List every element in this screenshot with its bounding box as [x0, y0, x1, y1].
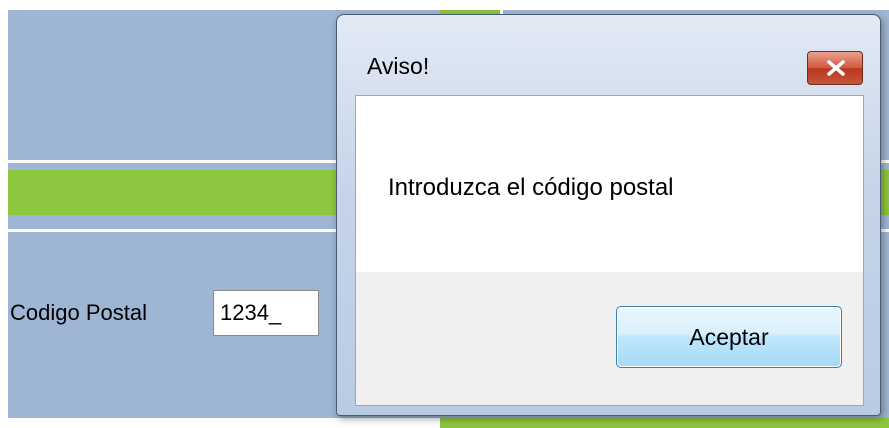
close-button[interactable] — [807, 51, 863, 85]
postal-code-input[interactable] — [213, 290, 319, 336]
accept-button[interactable]: Aceptar — [616, 306, 842, 368]
dialog-title: Aviso! — [367, 53, 430, 79]
screen: Codigo Postal Aviso! Introduzca el códig… — [0, 0, 889, 428]
postal-code-label: Codigo Postal — [10, 300, 147, 325]
alert-dialog: Aviso! Introduzca el código postal Acept… — [336, 14, 881, 416]
green-bottom-accent — [440, 418, 889, 428]
dialog-message: Introduzca el código postal — [388, 174, 674, 201]
close-icon — [827, 60, 845, 76]
dialog-body: Introduzca el código postal Aceptar — [355, 95, 864, 406]
message-panel: Introduzca el código postal — [356, 96, 863, 272]
